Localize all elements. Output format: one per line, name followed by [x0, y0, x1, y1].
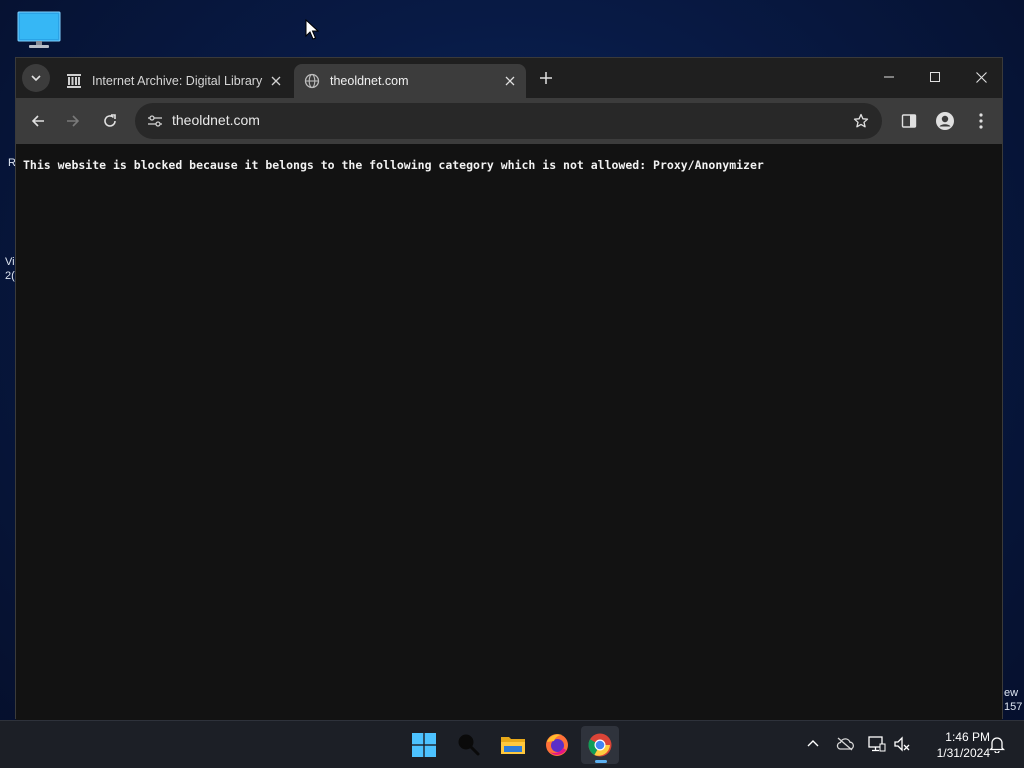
chrome-button[interactable]	[581, 726, 619, 764]
side-panel-button[interactable]	[895, 107, 923, 135]
minimize-icon	[884, 76, 894, 78]
this-pc-desktop-icon[interactable]	[17, 11, 61, 49]
maximize-button[interactable]	[912, 58, 958, 96]
tab-strip: Internet Archive: Digital Library theold…	[16, 58, 1002, 98]
network-icon	[868, 736, 886, 752]
file-explorer-button[interactable]	[494, 726, 532, 764]
star-icon	[853, 113, 869, 128]
bookmark-button[interactable]	[848, 108, 874, 134]
clock-time: 1:46 PM	[945, 730, 990, 744]
chevron-up-icon	[807, 740, 819, 747]
tab-theoldnet[interactable]: theoldnet.com	[294, 64, 526, 98]
minimize-button[interactable]	[866, 58, 912, 96]
kebab-menu-icon	[979, 113, 983, 129]
desktop-label-fragment: 2(	[5, 270, 15, 282]
chrome-icon	[588, 733, 612, 757]
tune-icon	[148, 115, 162, 127]
url-text[interactable]: theoldnet.com	[172, 112, 260, 128]
globe-icon	[304, 73, 320, 89]
forward-button[interactable]	[59, 107, 87, 135]
back-button[interactable]	[24, 107, 52, 135]
arrow-right-icon	[67, 115, 80, 127]
firefox-button[interactable]	[538, 726, 576, 764]
tab-title: theoldnet.com	[330, 74, 409, 88]
new-tab-button[interactable]	[534, 66, 558, 90]
reload-icon	[104, 114, 116, 127]
chevron-down-icon	[31, 75, 41, 82]
clock-date: 1/31/2024	[936, 746, 990, 760]
desktop-label-fragment: ew	[1004, 687, 1019, 699]
maximize-icon	[930, 72, 940, 82]
close-tab-button[interactable]	[266, 71, 286, 91]
volume-tray-button[interactable]	[891, 733, 913, 755]
taskbar-clock[interactable]: 1:46 PM 1/31/2024	[920, 729, 990, 761]
arrow-left-icon	[31, 115, 44, 127]
onedrive-tray-button[interactable]	[834, 733, 856, 755]
side-panel-icon	[901, 114, 917, 128]
start-button[interactable]	[405, 726, 443, 764]
mouse-pointer-icon	[305, 18, 320, 41]
folder-icon	[501, 737, 525, 754]
page-content: This website is blocked because it belon…	[16, 144, 1002, 720]
tab-internet-archive[interactable]: Internet Archive: Digital Library	[56, 64, 292, 98]
cloud-off-icon	[836, 737, 854, 751]
desktop-label-fragment: Vi	[5, 256, 15, 268]
volume-muted-icon	[894, 736, 910, 752]
bell-icon	[989, 737, 1005, 753]
avatar-icon	[936, 112, 954, 130]
tab-title: Internet Archive: Digital Library	[92, 74, 263, 88]
search-icon	[458, 734, 480, 756]
close-window-button[interactable]	[958, 58, 1004, 96]
network-tray-button[interactable]	[866, 733, 888, 755]
menu-button[interactable]	[967, 107, 995, 135]
tab-search-button[interactable]	[22, 64, 50, 92]
taskbar: 1:46 PM 1/31/2024	[0, 720, 1024, 768]
close-icon	[975, 71, 987, 83]
active-app-indicator	[595, 760, 607, 763]
show-hidden-icons-button[interactable]	[802, 733, 824, 755]
notifications-button[interactable]	[986, 733, 1008, 755]
archive-columns-icon	[66, 73, 82, 89]
site-info-button[interactable]	[141, 107, 169, 135]
close-icon	[271, 76, 281, 86]
windows-logo-icon	[412, 733, 436, 757]
browser-toolbar: theoldnet.com	[16, 98, 1002, 144]
search-button[interactable]	[450, 726, 488, 764]
close-icon	[505, 76, 515, 86]
close-tab-button[interactable]	[500, 71, 520, 91]
reload-button[interactable]	[96, 107, 124, 135]
chrome-browser-window: Internet Archive: Digital Library theold…	[15, 57, 1003, 720]
address-bar[interactable]: theoldnet.com	[135, 103, 882, 139]
plus-icon	[540, 72, 552, 84]
desktop-label-fragment: 157	[1004, 701, 1023, 713]
blocked-message: This website is blocked because it belon…	[23, 158, 764, 172]
firefox-icon	[546, 734, 568, 756]
profile-button[interactable]	[931, 107, 959, 135]
